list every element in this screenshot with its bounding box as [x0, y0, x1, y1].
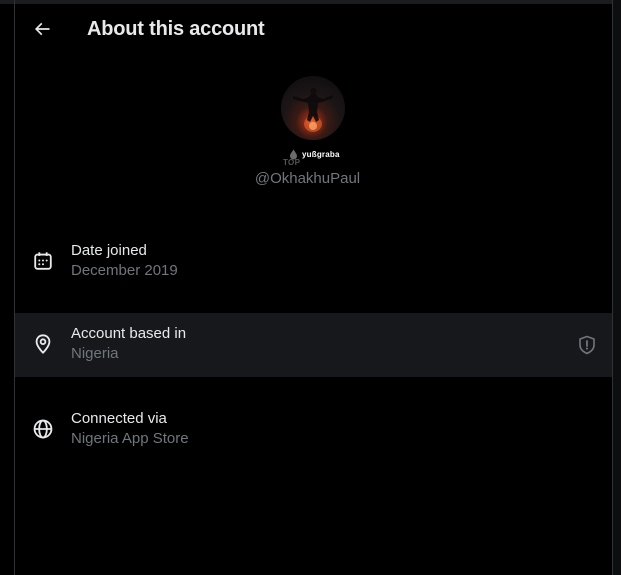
page-title: About this account [87, 18, 265, 40]
detail-value: Nigeria App Store [71, 430, 189, 447]
avatar-watermark: TOP yußgraba [283, 146, 363, 168]
back-button[interactable] [25, 12, 59, 46]
watermark-brand: yußgraba [302, 150, 340, 159]
globe-icon [33, 419, 53, 439]
profile-handle: @OkhakhuPaul [254, 170, 361, 187]
detail-row-connected-via: Connected via Nigeria App Store [15, 398, 612, 462]
detail-title: Date joined [71, 242, 147, 259]
shield-alert-icon[interactable] [578, 335, 596, 355]
detail-title: Connected via [71, 410, 167, 427]
location-pin-icon [35, 334, 51, 354]
page-header: About this account [15, 4, 612, 56]
scrollbar-track[interactable] [613, 0, 621, 575]
avatar-image [293, 87, 333, 132]
detail-row-account-based-in[interactable]: Account based in Nigeria [15, 313, 612, 377]
calendar-icon [34, 252, 52, 270]
detail-value: December 2019 [71, 262, 178, 279]
arrow-left-icon [34, 22, 50, 36]
detail-title: Account based in [71, 325, 187, 342]
profile-avatar[interactable] [281, 76, 345, 140]
watermark-prefix: TOP [283, 158, 301, 167]
detail-value: Nigeria [71, 345, 119, 362]
detail-row-date-joined: Date joined December 2019 [15, 230, 612, 294]
